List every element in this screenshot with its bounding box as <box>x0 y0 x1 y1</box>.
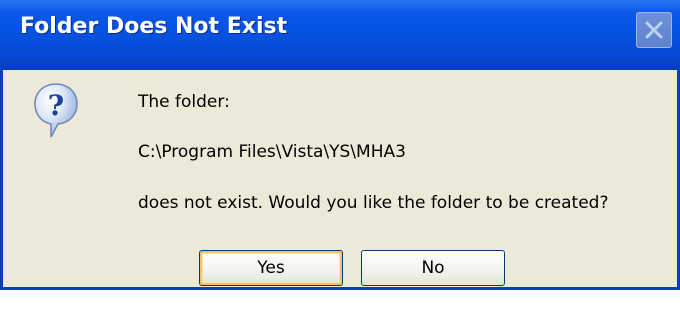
message-folder-path: C:\Program Files\Vista\YS\MHA3 <box>138 142 406 162</box>
message-line-folder: The folder: <box>138 92 230 112</box>
no-button[interactable]: No <box>361 250 505 286</box>
message-question: does not exist. Would you like the folde… <box>138 193 609 213</box>
question-icon: ? <box>34 83 78 138</box>
close-button[interactable] <box>636 12 672 48</box>
dialog-title: Folder Does Not Exist <box>20 14 288 39</box>
yes-button[interactable]: Yes <box>199 250 343 286</box>
title-bar[interactable]: Folder Does Not Exist <box>0 0 680 70</box>
svg-text:?: ? <box>48 89 64 122</box>
close-icon <box>645 21 663 39</box>
folder-dialog: Folder Does Not Exist ? The folder: C:\P… <box>0 0 680 290</box>
